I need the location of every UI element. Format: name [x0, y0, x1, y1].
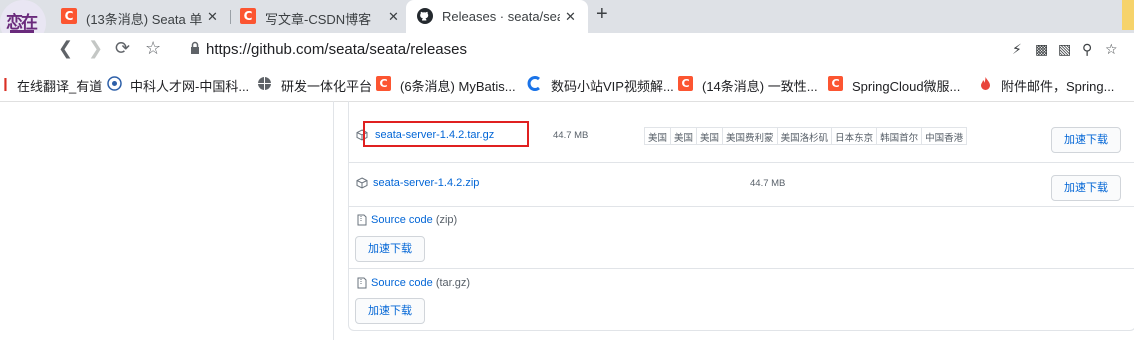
lightning-icon[interactable]: ⚡ — [1012, 41, 1022, 58]
row-divider — [348, 162, 1134, 163]
bookmark-consistency[interactable]: (14条消息) 一致性... — [702, 76, 818, 95]
accelerate-download-button[interactable]: 加速下载 — [355, 236, 425, 262]
bookmarks-bar: ❙ 在线翻译_有道 中科人才网-中国科... 研发一体化平台 C (6条消息) … — [0, 66, 1134, 102]
tab-github-releases[interactable]: Releases · seata/sea ✕ — [406, 0, 588, 33]
tab-csdn-write[interactable]: C 写文章-CSDN博客 ✕ — [231, 0, 409, 33]
csdn-icon: C — [828, 76, 843, 91]
close-icon[interactable]: ✕ — [207, 9, 218, 25]
row-divider — [348, 268, 1134, 269]
close-icon[interactable]: ✕ — [565, 9, 576, 25]
content-divider — [333, 101, 334, 340]
bookmark-talent[interactable]: 中科人才网-中国科... — [130, 76, 249, 95]
source-code-zip-link[interactable]: Source code (zip) — [371, 214, 457, 226]
csdn-icon: C — [61, 8, 77, 24]
source-code-tar-link[interactable]: Source code (tar.gz) — [371, 277, 470, 289]
translate-icon[interactable]: ▧ — [1058, 41, 1071, 58]
mirror-link[interactable]: 美国 — [671, 128, 698, 144]
file-zip-icon — [357, 277, 367, 289]
tab-title: (13条消息) Seata 单 — [86, 12, 203, 27]
asset-size: 44.7 MB — [553, 130, 589, 141]
asset-link-zip[interactable]: seata-server-1.4.2.zip — [373, 177, 479, 189]
csdn-icon: C — [376, 76, 391, 91]
lock-icon — [191, 41, 199, 54]
mirror-link[interactable]: 韩国首尔 — [877, 128, 923, 144]
fire-icon — [981, 77, 990, 90]
back-icon[interactable]: ❮ — [58, 38, 73, 59]
youdao-icon: ❙ — [0, 76, 11, 91]
qr-icon[interactable]: ▩ — [1035, 41, 1048, 58]
bookmark-springcloud[interactable]: SpringCloud微服... — [852, 76, 960, 95]
accelerate-download-button[interactable]: 加速下载 — [1051, 127, 1121, 153]
reload-icon[interactable]: ⟳ — [115, 38, 130, 59]
mirror-link[interactable]: 美国洛杉矶 — [778, 128, 833, 144]
source-code-label: Source code — [371, 277, 433, 289]
new-tab-button[interactable]: + — [596, 3, 608, 26]
bookmark-vipvideo[interactable]: 数码小站VIP视频解... — [551, 76, 674, 95]
csdn-icon: C — [678, 76, 693, 91]
source-code-ext: (zip) — [435, 214, 458, 226]
file-zip-icon — [357, 214, 367, 226]
asset-size: 44.7 MB — [750, 178, 786, 189]
zoom-icon[interactable]: ⚲ — [1082, 41, 1092, 58]
mirror-list: 美国 美国 美国 美国费利蒙 美国洛杉矶 日本东京 韩国首尔 中国香港 — [644, 127, 968, 145]
video-icon — [527, 76, 540, 91]
extension-corner-icon[interactable] — [1122, 0, 1134, 30]
tab-title: 写文章-CSDN博客 — [265, 12, 372, 27]
url-text[interactable]: https://github.com/seata/seata/releases — [206, 41, 467, 58]
csdn-icon: C — [240, 8, 256, 24]
bookmark-mybatis[interactable]: (6条消息) MyBatis... — [400, 76, 516, 95]
row-divider — [348, 206, 1134, 207]
toolbar: ❮ ❯ ⟳ ☆ https://github.com/seata/seata/r… — [0, 33, 1134, 66]
forward-icon[interactable]: ❯ — [88, 38, 103, 59]
github-icon — [417, 8, 433, 24]
package-icon — [356, 177, 368, 189]
accelerate-download-button[interactable]: 加速下载 — [355, 298, 425, 324]
highlight-annotation — [363, 121, 529, 147]
mirror-link[interactable]: 美国费利蒙 — [723, 128, 778, 144]
mirror-link[interactable]: 美国 — [645, 128, 672, 144]
source-code-ext: (tar.gz) — [435, 277, 471, 289]
tab-title: Releases · seata/sea — [442, 9, 560, 24]
mirror-link[interactable]: 中国香港 — [922, 128, 966, 144]
bookmark-youdao[interactable]: 在线翻译_有道 — [17, 76, 102, 95]
bookmark-mail[interactable]: 附件邮件，Spring... — [1001, 76, 1114, 95]
mirror-link[interactable]: 美国 — [697, 128, 724, 144]
bookmark-devplatform[interactable]: 研发一体化平台 — [281, 76, 372, 95]
talent-icon — [107, 76, 122, 91]
mirror-link[interactable]: 日本东京 — [832, 128, 878, 144]
accelerate-download-button[interactable]: 加速下载 — [1051, 175, 1121, 201]
bookmark-star-icon[interactable]: ☆ — [145, 38, 161, 59]
star-icon[interactable]: ☆ — [1105, 41, 1118, 58]
tab-strip: 恋在心 C (13条消息) Seata 单 ✕ C 写文章-CSDN博客 ✕ R… — [0, 0, 1134, 46]
tab-csdn-seata[interactable]: C (13条消息) Seata 单 ✕ — [50, 0, 230, 33]
source-code-label: Source code — [371, 214, 433, 226]
close-icon[interactable]: ✕ — [388, 9, 399, 25]
globe-icon — [258, 77, 271, 90]
